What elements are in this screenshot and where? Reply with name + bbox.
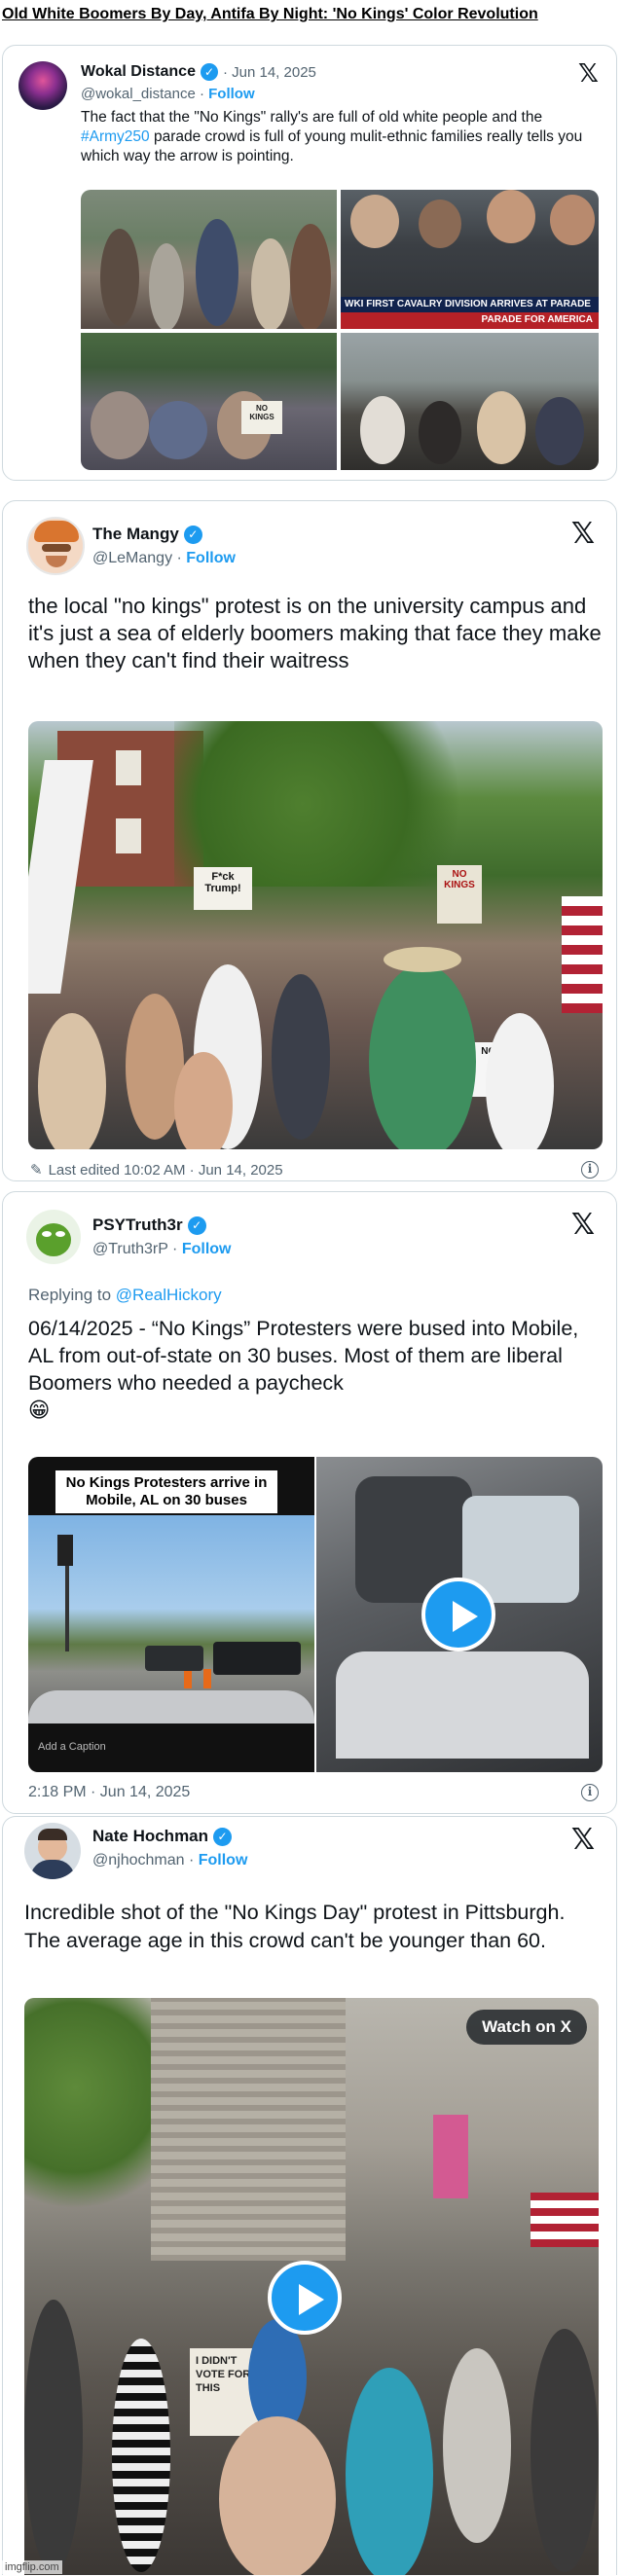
info-icon[interactable]: i (581, 1784, 599, 1801)
author-name-row[interactable]: The Mangy ✓ (92, 525, 202, 544)
grin-emoji: 😁 (28, 1398, 51, 1423)
protest-sign: NO KINGS (241, 401, 282, 434)
tweet-media-grid[interactable]: WKI FIRST CAVALRY DIVISION ARRIVES AT PA… (81, 190, 599, 470)
protest-seated-crowd-photo[interactable]: NO KINGS (81, 333, 337, 470)
watermark: imgflip.com (2, 2560, 62, 2574)
author-name[interactable]: Wokal Distance (81, 63, 196, 81)
hashtag-link[interactable]: #Army250 (81, 128, 150, 145)
author-handle[interactable]: @wokal_distance (81, 86, 196, 102)
avatar[interactable] (24, 1823, 81, 1879)
x-logo-icon[interactable]: 𝕏 (571, 1208, 595, 1242)
tweet-date[interactable]: · Jun 14, 2025 (223, 64, 316, 81)
reply-context: Replying to @RealHickory (28, 1286, 222, 1304)
protest-crowd-photo[interactable] (81, 190, 337, 329)
author-handle-row: @Truth3rP · Follow (92, 1241, 232, 1257)
author-name[interactable]: PSYTruth3r (92, 1215, 183, 1235)
news-chyron: WKI FIRST CAVALRY DIVISION ARRIVES AT PA… (341, 297, 599, 312)
american-flag (531, 2193, 599, 2247)
verified-badge-icon: ✓ (183, 525, 202, 544)
tweet-card-3[interactable]: PSYTruth3r ✓ @Truth3rP · Follow 𝕏 Replyi… (2, 1191, 617, 1814)
author-name-row[interactable]: Wokal Distance ✓ · Jun 14, 2025 (81, 63, 316, 81)
play-icon[interactable] (268, 2261, 342, 2335)
tweet-text: 06/14/2025 - “No Kings” Protesters were … (28, 1317, 579, 1423)
author-name[interactable]: Nate Hochman (92, 1827, 208, 1846)
author-handle-row: @wokal_distance · Follow (81, 86, 255, 102)
reply-to-link[interactable]: @RealHickory (116, 1286, 222, 1304)
tweet-text: The fact that the "No Kings" rally's are… (81, 109, 583, 164)
author-handle-row: @LeMangy · Follow (92, 550, 236, 566)
tweet-text: Incredible shot of the "No Kings Day" pr… (24, 1901, 566, 1952)
follow-button[interactable]: Follow (208, 86, 255, 102)
pink-banner (433, 2115, 468, 2198)
avatar[interactable] (26, 517, 85, 575)
protest-sign: NO KINGS (437, 865, 482, 924)
pencil-icon: ✎ (30, 1161, 43, 1179)
news-chyron-sub: PARADE FOR AMERICA (341, 312, 599, 329)
author-handle[interactable]: @Truth3rP (92, 1241, 168, 1257)
author-name-row[interactable]: Nate Hochman ✓ (92, 1827, 233, 1846)
avatar[interactable] (26, 1210, 81, 1264)
x-logo-icon[interactable]: 𝕏 (571, 1823, 595, 1857)
tweet-video[interactable]: Watch on X I DIDN'T VOTE FOR THIS (24, 1998, 599, 2575)
x-logo-icon[interactable]: 𝕏 (578, 59, 599, 89)
watch-on-x-button[interactable]: Watch on X (466, 2010, 587, 2045)
video-caption: No Kings Protesters arrive in Mobile, AL… (55, 1470, 277, 1513)
parade-crowd-photo[interactable]: WKI FIRST CAVALRY DIVISION ARRIVES AT PA… (341, 190, 599, 329)
verified-badge-icon: ✓ (200, 63, 218, 81)
follow-button[interactable]: Follow (199, 1852, 248, 1869)
tweet-media-pair[interactable]: No Kings Protesters arrive in Mobile, AL… (28, 1457, 603, 1772)
video-car-mirror[interactable] (316, 1457, 603, 1772)
author-handle-row: @njhochman · Follow (92, 1852, 248, 1869)
parade-spectators-photo[interactable] (341, 333, 599, 470)
video-bus-convoy[interactable]: No Kings Protesters arrive in Mobile, AL… (28, 1457, 314, 1772)
cowboy-hat (384, 947, 461, 972)
tweet-card-1[interactable]: Wokal Distance ✓ · Jun 14, 2025 @wokal_d… (2, 45, 617, 481)
office-tower (151, 1998, 346, 2261)
tweet-card-4[interactable]: Nate Hochman ✓ @njhochman · Follow 𝕏 Inc… (2, 1816, 617, 2575)
verified-badge-icon: ✓ (213, 1827, 233, 1846)
info-icon[interactable]: i (581, 1161, 599, 1179)
follow-button[interactable]: Follow (186, 550, 236, 566)
author-handle[interactable]: @njhochman (92, 1852, 185, 1869)
follow-button[interactable]: Follow (182, 1241, 232, 1257)
author-name[interactable]: The Mangy (92, 525, 179, 544)
avatar[interactable] (18, 61, 67, 110)
article-headline[interactable]: Old White Boomers By Day, Antifa By Nigh… (2, 6, 538, 23)
protest-sign: F*ck Trump! (194, 867, 252, 910)
author-handle[interactable]: @LeMangy (92, 550, 172, 566)
play-icon[interactable] (421, 1578, 495, 1651)
x-logo-icon[interactable]: 𝕏 (571, 517, 595, 551)
street-trees (24, 1998, 151, 2222)
tweet-text: the local "no kings" protest is on the u… (28, 594, 602, 672)
verified-badge-icon: ✓ (187, 1215, 206, 1235)
american-flag (562, 896, 603, 1013)
tweet-timestamp[interactable]: 2:18 PM · Jun 14, 2025 (28, 1784, 190, 1801)
edited-row[interactable]: ✎ Last edited 10:02 AM · Jun 14, 2025 (30, 1161, 283, 1179)
edited-timestamp[interactable]: Last edited 10:02 AM · Jun 14, 2025 (49, 1162, 283, 1179)
author-name-row[interactable]: PSYTruth3r ✓ (92, 1215, 206, 1235)
add-caption[interactable]: Add a Caption (38, 1741, 106, 1753)
tree-canopy (174, 721, 495, 887)
road-scene (28, 1515, 314, 1723)
tweet-photo[interactable]: F*ck Trump! NO KINGS NO KINGS (28, 721, 603, 1149)
tweet-card-2[interactable]: The Mangy ✓ @LeMangy · Follow 𝕏 the loca… (2, 500, 617, 1181)
